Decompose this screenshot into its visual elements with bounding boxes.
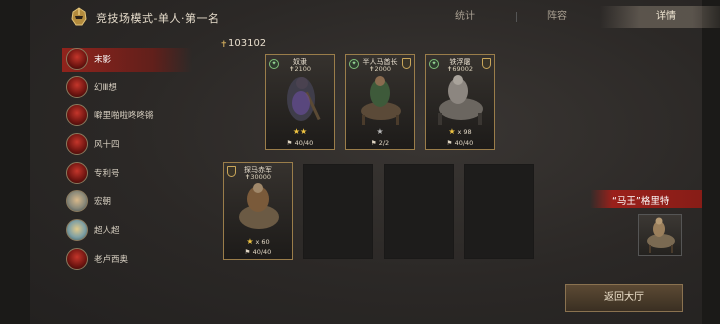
player-name: 超人超 — [94, 226, 120, 236]
unit-troops: ⚑ 40/40 — [244, 248, 272, 256]
tab-lineup[interactable]: 阵容 — [502, 6, 612, 28]
tab-detail[interactable]: 详情 — [600, 6, 720, 28]
player-item[interactable]: 专利号 — [62, 162, 192, 186]
player-avatar — [66, 219, 88, 241]
scout-cavalry-icon — [239, 183, 279, 229]
hero-banner: “马王”格里特 — [590, 190, 702, 208]
player-avatar — [66, 162, 88, 184]
player-name: 风十四 — [94, 140, 120, 150]
total-power: 103102 — [228, 38, 267, 49]
header: 竞技场模式-单人·第一名 统计 阵容 详情 — [30, 0, 720, 34]
unit-stars: ★ x 60 — [246, 237, 270, 246]
slave-warrior-icon — [287, 77, 321, 121]
player-name: 宏朝 — [94, 197, 112, 207]
player-item[interactable]: 末影 — [62, 48, 192, 72]
unit-card[interactable]: ✦ 铁浮屠 ✝69002 ★ x 98 ⚑ 40/40 — [425, 54, 495, 150]
unit-card[interactable]: 探马赤军 ✝30000 ★ x 60 ⚑ 40/40 — [223, 162, 293, 260]
player-name: 幻Ⅲ想 — [94, 83, 117, 93]
unit-card[interactable]: ✦ 奴隶 ✝2100 ★★ ⚑ 40/40 — [265, 54, 335, 150]
unit-stars: ★ x 98 — [448, 127, 472, 136]
player-avatar — [66, 48, 88, 70]
unit-power: ✝2000 — [369, 65, 391, 73]
hero-title: “马王”格里特 — [612, 196, 670, 207]
empty-slot[interactable] — [384, 164, 454, 259]
unit-power: ✝2100 — [289, 65, 311, 73]
player-item[interactable]: 风十四 — [62, 133, 192, 157]
player-name: 噼里啪啦咚咚锵 — [94, 111, 154, 121]
player-item[interactable]: 噼里啪啦咚咚锵 — [62, 104, 192, 128]
unit-troops: ⚑ 40/40 — [286, 139, 314, 147]
unit-card[interactable]: ✦ 半人马酋长 ✝2000 ★ ⚑ 2/2 — [345, 54, 415, 150]
horse-king-icon — [647, 217, 675, 253]
score-sword-icon: ✝ — [220, 40, 228, 50]
player-item[interactable]: 超人超 — [62, 219, 192, 243]
empty-slot[interactable] — [464, 164, 534, 259]
player-avatar — [66, 76, 88, 98]
centaur-chief-icon — [361, 76, 401, 125]
player-item[interactable]: 宏朝 — [62, 190, 192, 214]
player-avatar — [66, 133, 88, 155]
unit-power: ✝30000 — [244, 173, 272, 181]
player-avatar — [66, 104, 88, 126]
return-lobby-button[interactable]: 返回大厅 — [565, 284, 683, 312]
arena-helmet-icon — [71, 7, 87, 26]
right-border — [702, 0, 720, 324]
player-avatar — [66, 248, 88, 270]
unit-stars: ★ — [376, 127, 384, 136]
player-name: 末影 — [94, 55, 112, 65]
unit-power: ✝69002 — [446, 65, 474, 73]
hero-portrait[interactable] — [638, 214, 682, 256]
player-name: 专利号 — [94, 169, 120, 179]
player-avatar — [66, 190, 88, 212]
player-item[interactable]: 幻Ⅲ想 — [62, 76, 192, 100]
unit-stars: ★★ — [292, 127, 308, 136]
left-border — [0, 0, 30, 324]
mode-title: 竞技场模式-单人·第一名 — [96, 12, 220, 25]
unit-troops: ⚑ 40/40 — [446, 139, 474, 147]
player-item[interactable]: 老卢西奥 — [62, 248, 192, 272]
player-name: 老卢西奥 — [94, 255, 129, 265]
empty-slot[interactable] — [303, 164, 373, 259]
iron-cavalry-icon — [438, 75, 483, 125]
unit-troops: ⚑ 2/2 — [370, 139, 390, 147]
